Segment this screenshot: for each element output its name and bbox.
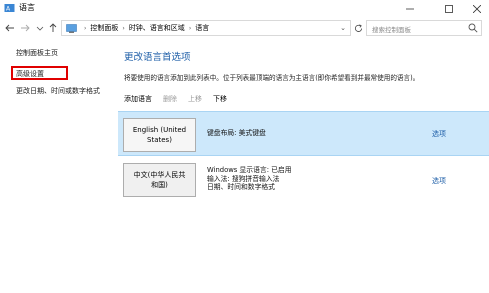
close-icon	[473, 4, 481, 13]
move-down-button[interactable]: 下移	[213, 94, 227, 104]
language-detail-line: Windows 显示语言: 已启用	[207, 166, 292, 174]
add-language-button[interactable]: 添加语言	[124, 94, 152, 104]
language-name-line: States)	[147, 136, 172, 144]
language-name-line: 中文(中华人民共	[133, 171, 186, 179]
language-row-english[interactable]: English (United States) 键盘布局: 美式键盘 选项	[118, 111, 489, 156]
search-placeholder: 搜索控制面板	[372, 26, 411, 34]
language-name-english[interactable]: English (United States)	[123, 118, 196, 152]
refresh-button[interactable]	[352, 21, 364, 35]
search-icon	[468, 23, 478, 33]
search-input[interactable]: 搜索控制面板	[366, 20, 482, 36]
refresh-icon	[354, 23, 362, 32]
remove-button[interactable]: 删除	[163, 94, 177, 104]
chevron-down-icon	[36, 26, 44, 31]
minimize-icon	[406, 8, 414, 9]
language-toolbar: 添加语言 删除 上移 下移	[124, 94, 238, 104]
language-detail-line: 输入法: 搜狗拼音输入法	[207, 174, 280, 183]
language-name-line: English (United	[132, 126, 187, 134]
recent-locations-button[interactable]	[33, 21, 47, 35]
breadcrumb-item-control-panel[interactable]: 控制面板	[90, 23, 118, 33]
sidebar-item-control-panel-home[interactable]: 控制面板主页	[16, 48, 58, 58]
breadcrumb: › 控制面板 › 时钟、语言和区域 › 语言	[84, 23, 209, 33]
options-link-english[interactable]: 选项	[432, 129, 446, 139]
options-link-chinese[interactable]: 选项	[432, 176, 446, 186]
breadcrumb-separator: ›	[188, 24, 192, 32]
control-panel-icon	[66, 24, 77, 33]
breadcrumb-separator: ›	[84, 24, 87, 32]
close-button[interactable]	[463, 0, 489, 17]
language-row-chinese[interactable]: 中文(中华人民共 和国) Windows 显示语言: 已启用 输入法: 搜狗拼音…	[118, 157, 489, 202]
back-arrow-icon	[5, 24, 14, 32]
minimize-button[interactable]	[396, 0, 424, 17]
address-field[interactable]: › 控制面板 › 时钟、语言和区域 › 语言 ⌄	[61, 20, 351, 36]
language-name-chinese[interactable]: 中文(中华人民共 和国)	[123, 163, 196, 197]
up-arrow-icon	[49, 23, 57, 32]
breadcrumb-item-clock-language-region[interactable]: 时钟、语言和区域	[129, 23, 185, 33]
language-detail-line: 键盘布局: 美式键盘	[207, 129, 266, 137]
address-bar: › 控制面板 › 时钟、语言和区域 › 语言 ⌄ 搜索控制面板	[0, 17, 489, 39]
move-up-button[interactable]: 上移	[188, 94, 202, 104]
maximize-button[interactable]	[435, 0, 463, 17]
breadcrumb-separator: ›	[122, 24, 125, 32]
forward-button[interactable]	[18, 21, 32, 35]
language-detail-line: 日期、时间和数字格式	[207, 183, 275, 191]
language-app-icon: A	[4, 4, 15, 13]
language-name-line: 和国)	[151, 181, 168, 189]
language-details: Windows 显示语言: 已启用 输入法: 搜狗拼音输入法 日期、时间和数字格…	[207, 166, 292, 192]
up-button[interactable]	[46, 21, 60, 35]
maximize-icon	[445, 4, 453, 13]
back-button[interactable]	[3, 21, 17, 35]
annotation-highlight-box	[11, 66, 68, 80]
window-title: 语言	[19, 3, 35, 12]
sidebar-item-change-date-time-format[interactable]: 更改日期、时间或数字格式	[16, 86, 100, 96]
breadcrumb-item-language[interactable]: 语言	[195, 23, 209, 33]
page-title: 更改语言首选项	[124, 52, 191, 63]
address-dropdown-icon[interactable]: ⌄	[340, 24, 346, 32]
page-description: 将要使用的语言添加到此列表中。位于列表最顶端的语言为主语言(即你希望看到并最常使…	[124, 74, 420, 82]
title-bar: A 语言	[0, 0, 489, 17]
language-details: 键盘布局: 美式键盘	[207, 129, 266, 138]
forward-arrow-icon	[21, 24, 30, 32]
